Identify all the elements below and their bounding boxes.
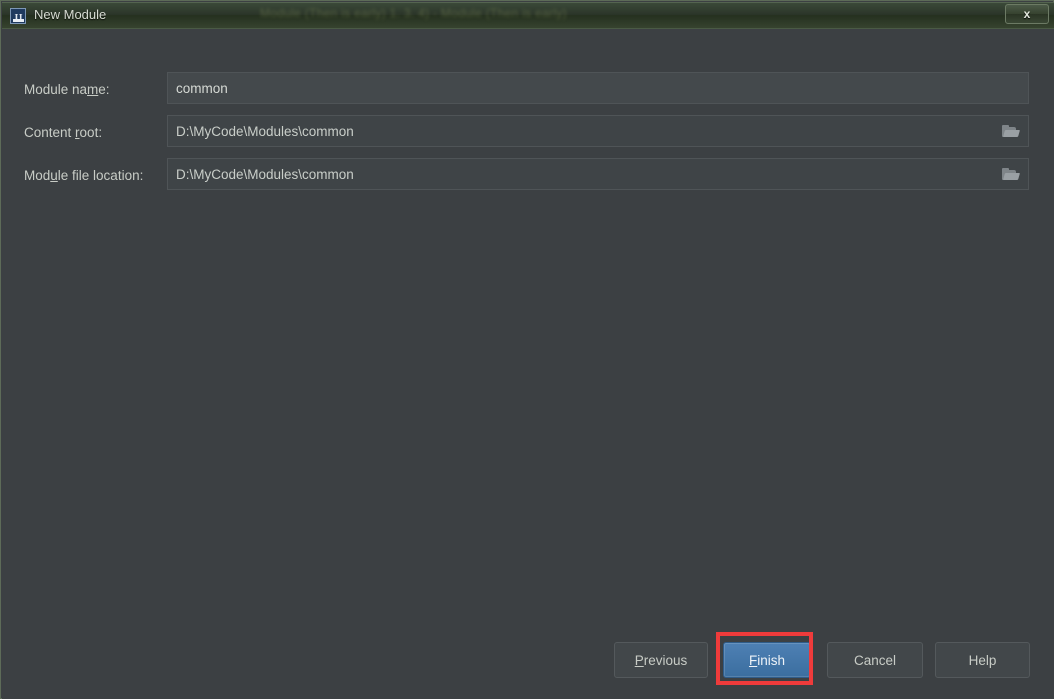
help-button[interactable]: Help (935, 642, 1030, 678)
close-icon: x (1023, 7, 1031, 21)
folder-open-icon (1001, 124, 1020, 138)
cancel-button[interactable]: Cancel (827, 642, 923, 678)
module-file-location-input[interactable]: D:\MyCode\Modules\common (167, 158, 1029, 190)
module-file-location-browse-button[interactable] (995, 158, 1025, 190)
intellij-idea-icon-bar (13, 19, 24, 22)
finish-button[interactable]: Finish (723, 642, 811, 678)
content-root-label: Content root: (24, 125, 103, 140)
dialog-body: Module name: common Content root: D:\MyC… (2, 29, 1054, 699)
window-title: New Module (34, 7, 107, 22)
module-file-location-label: Module file location: (24, 168, 144, 183)
form-panel: Module name: common Content root: D:\MyC… (2, 29, 1054, 632)
content-root-browse-button[interactable] (995, 115, 1025, 147)
intellij-idea-icon: IJ (10, 8, 26, 24)
folder-open-icon (1001, 167, 1020, 181)
content-root-value: D:\MyCode\Modules\common (176, 123, 354, 139)
module-name-input[interactable]: common (167, 72, 1029, 104)
content-root-input[interactable]: D:\MyCode\Modules\common (167, 115, 1029, 147)
dialog-footer: Previous Finish Cancel Help (2, 632, 1054, 699)
cancel-button-label: Cancel (853, 652, 897, 668)
title-bar: IJ New Module Module (Then is early) 1. … (2, 2, 1054, 29)
help-button-label: Help (968, 652, 997, 668)
close-button[interactable]: x (1005, 4, 1049, 24)
background-window-title: Module (Then is early) 1. 3. 4) - Module… (260, 6, 567, 20)
finish-button-label: Finish (748, 652, 785, 668)
screenshot-root: IJ New Module Module (Then is early) 1. … (0, 0, 1054, 699)
title-bar-highlight (2, 2, 1054, 3)
module-name-value: common (176, 80, 228, 96)
previous-button[interactable]: Previous (614, 642, 708, 678)
dialog-window: IJ New Module Module (Then is early) 1. … (0, 0, 1054, 699)
module-name-label: Module name: (24, 82, 110, 97)
previous-button-label: Previous (634, 652, 688, 668)
module-file-location-value: D:\MyCode\Modules\common (176, 166, 354, 182)
